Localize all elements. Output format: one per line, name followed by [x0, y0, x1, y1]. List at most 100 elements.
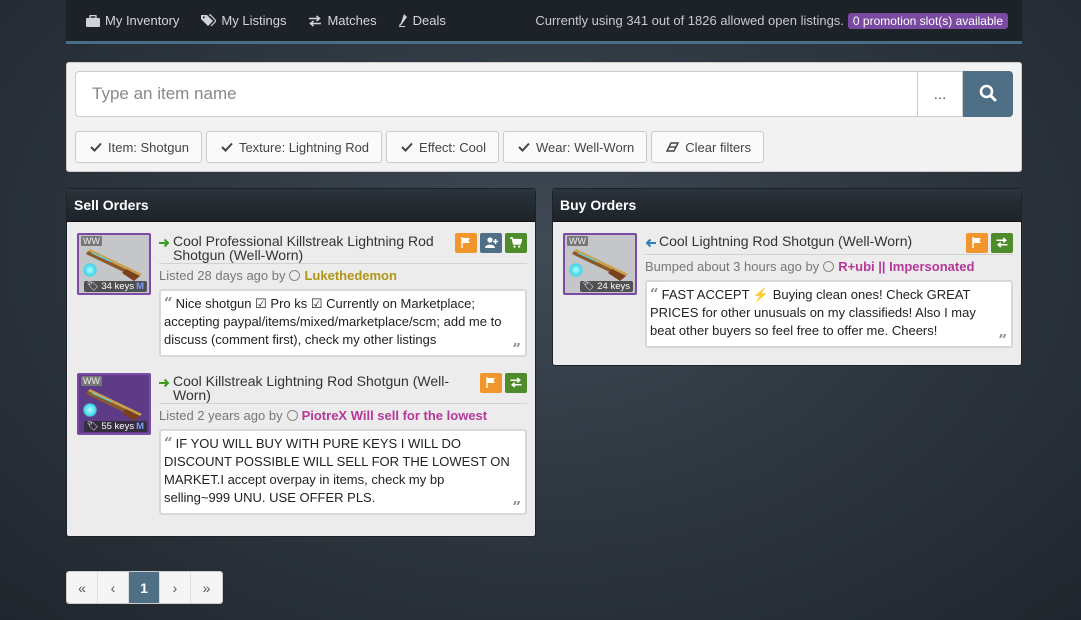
buy-button[interactable]	[505, 233, 527, 253]
first-page-button[interactable]: «	[67, 572, 98, 603]
item-thumbnail[interactable]: WW 🏷 24 keys	[563, 233, 637, 295]
shotgun-icon	[86, 249, 142, 281]
buy-arrow-icon	[645, 236, 656, 251]
price-badge: 🏷 34 keys M	[83, 281, 147, 292]
search-button[interactable]	[963, 71, 1013, 117]
price-value: 55 keys	[101, 421, 135, 432]
nav-label: My Inventory	[105, 13, 180, 28]
listing-actions	[455, 233, 527, 253]
buy-orders-panel: Buy Orders WW 🏷 24 keys Cool Lightning R…	[552, 188, 1022, 366]
exchange-icon	[308, 14, 322, 27]
report-button[interactable]	[480, 373, 502, 393]
wear-badge: WW	[567, 236, 588, 246]
listing-comment: “Nice shotgun ☑ Pro ks ☑ Currently on Ma…	[159, 289, 527, 358]
listing-title[interactable]: Cool Professional Killstreak Lightning R…	[173, 233, 449, 262]
prev-page-button[interactable]: ‹	[98, 572, 129, 603]
check-icon	[518, 142, 530, 152]
shotgun-icon	[572, 249, 628, 281]
current-page-button[interactable]: 1	[129, 572, 160, 603]
marketplace-marker: M	[136, 421, 144, 432]
filter-label: Effect: Cool	[419, 139, 487, 155]
status-circle-icon	[286, 410, 298, 421]
filter-label: Item: Shotgun	[108, 139, 189, 155]
flag-icon	[972, 236, 982, 251]
wear-badge: WW	[81, 236, 102, 246]
search-row: ...	[75, 71, 1013, 117]
tag-icon: 🏷	[582, 281, 595, 292]
listing-meta: Listed 2 years ago by PiotreX Will sell …	[159, 408, 527, 423]
status-circle-icon	[289, 270, 301, 281]
listing-title-row: Cool Lightning Rod Shotgun (Well-Worn)	[645, 233, 1013, 255]
report-button[interactable]	[455, 233, 477, 253]
price-badge: 🏷 24 keys	[579, 281, 633, 292]
check-icon	[90, 142, 102, 152]
status-circle-icon	[823, 261, 835, 272]
tag-icon: 🏷	[86, 281, 99, 292]
quote-right-icon: ”	[998, 331, 1007, 349]
buy-orders-heading: Buy Orders	[553, 189, 1021, 222]
quote-left-icon: “	[164, 434, 173, 452]
price-badge: 🏷 55 keys M	[83, 421, 147, 432]
cart-icon	[510, 236, 523, 251]
clear-filters-button[interactable]: Clear filters	[651, 131, 765, 163]
quote-right-icon: ”	[512, 498, 521, 516]
trade-offer-button[interactable]	[991, 233, 1013, 253]
clear-filters-label: Clear filters	[685, 139, 752, 155]
sell-arrow-icon	[159, 376, 170, 391]
seller-name[interactable]: PiotreX Will sell for the lowest	[302, 408, 488, 423]
price-value: 34 keys	[101, 281, 135, 292]
eraser-icon	[666, 142, 680, 152]
nav-matches[interactable]: Matches	[308, 13, 377, 28]
exchange-icon	[996, 236, 1008, 251]
filter-effect[interactable]: Effect: Cool	[386, 131, 500, 163]
listing-title[interactable]: Cool Killstreak Lightning Rod Shotgun (W…	[173, 373, 474, 402]
listing-title-row: Cool Killstreak Lightning Rod Shotgun (W…	[159, 373, 527, 404]
comment-text: FAST ACCEPT ⚡ Buying clean ones! Check G…	[650, 287, 976, 338]
listing-age: Listed 2 years ago by	[159, 408, 283, 423]
listing-title[interactable]: Cool Lightning Rod Shotgun (Well-Worn)	[659, 233, 960, 248]
quote-right-icon: ”	[512, 340, 521, 358]
listing-actions	[480, 373, 527, 393]
filter-texture[interactable]: Texture: Lightning Rod	[205, 131, 383, 163]
comment-text: Nice shotgun ☑ Pro ks ☑ Currently on Mar…	[164, 296, 502, 347]
nav-label: Matches	[327, 13, 377, 28]
sell-arrow-icon	[159, 236, 170, 251]
nav-deals[interactable]: Deals	[398, 13, 446, 28]
top-nav: My Inventory My Listings Matches Deals C…	[66, 0, 1022, 44]
exchange-icon	[510, 376, 522, 391]
quote-left-icon: “	[164, 294, 173, 312]
add-friend-button[interactable]	[480, 233, 502, 253]
buyer-name[interactable]: R+ubi || Impersonated	[838, 259, 974, 274]
listing-info: Cool Professional Killstreak Lightning R…	[159, 233, 527, 358]
pagination: « ‹ 1 › »	[66, 571, 223, 604]
filter-item[interactable]: Item: Shotgun	[75, 131, 202, 163]
filter-wear[interactable]: Wear: Well-Worn	[503, 131, 648, 163]
quote-left-icon: “	[650, 285, 659, 303]
flag-icon	[461, 236, 471, 251]
add-friend-icon	[484, 236, 498, 251]
listing-comment: “FAST ACCEPT ⚡ Buying clean ones! Check …	[645, 280, 1013, 349]
listing-actions	[966, 233, 1013, 253]
item-thumbnail[interactable]: WW 🏷 55 keys M	[77, 373, 151, 435]
item-thumbnail[interactable]: WW 🏷 34 keys M	[77, 233, 151, 295]
report-button[interactable]	[966, 233, 988, 253]
last-page-button[interactable]: »	[191, 572, 222, 603]
wear-badge: WW	[81, 376, 102, 386]
seller-name[interactable]: Lukethedemon	[304, 268, 396, 283]
promotion-badge[interactable]: 0 promotion slot(s) available	[847, 12, 1008, 29]
briefcase-icon	[86, 14, 100, 27]
nav-my-inventory[interactable]: My Inventory	[86, 13, 179, 28]
check-icon	[221, 142, 233, 152]
tags-icon	[201, 14, 217, 27]
nav-label: My Listings	[221, 13, 287, 28]
nav-label: Deals	[412, 13, 446, 28]
next-page-button[interactable]: ›	[160, 572, 191, 603]
listing-info: Cool Killstreak Lightning Rod Shotgun (W…	[159, 373, 527, 516]
sell-orders-heading: Sell Orders	[67, 189, 535, 222]
check-icon	[401, 142, 413, 152]
trade-offer-button[interactable]	[505, 373, 527, 393]
listing-comment: “IF YOU WILL BUY WITH PURE KEYS I WILL D…	[159, 429, 527, 516]
nav-my-listings[interactable]: My Listings	[201, 13, 286, 28]
search-input[interactable]	[75, 71, 917, 117]
more-options-button[interactable]: ...	[917, 71, 963, 117]
